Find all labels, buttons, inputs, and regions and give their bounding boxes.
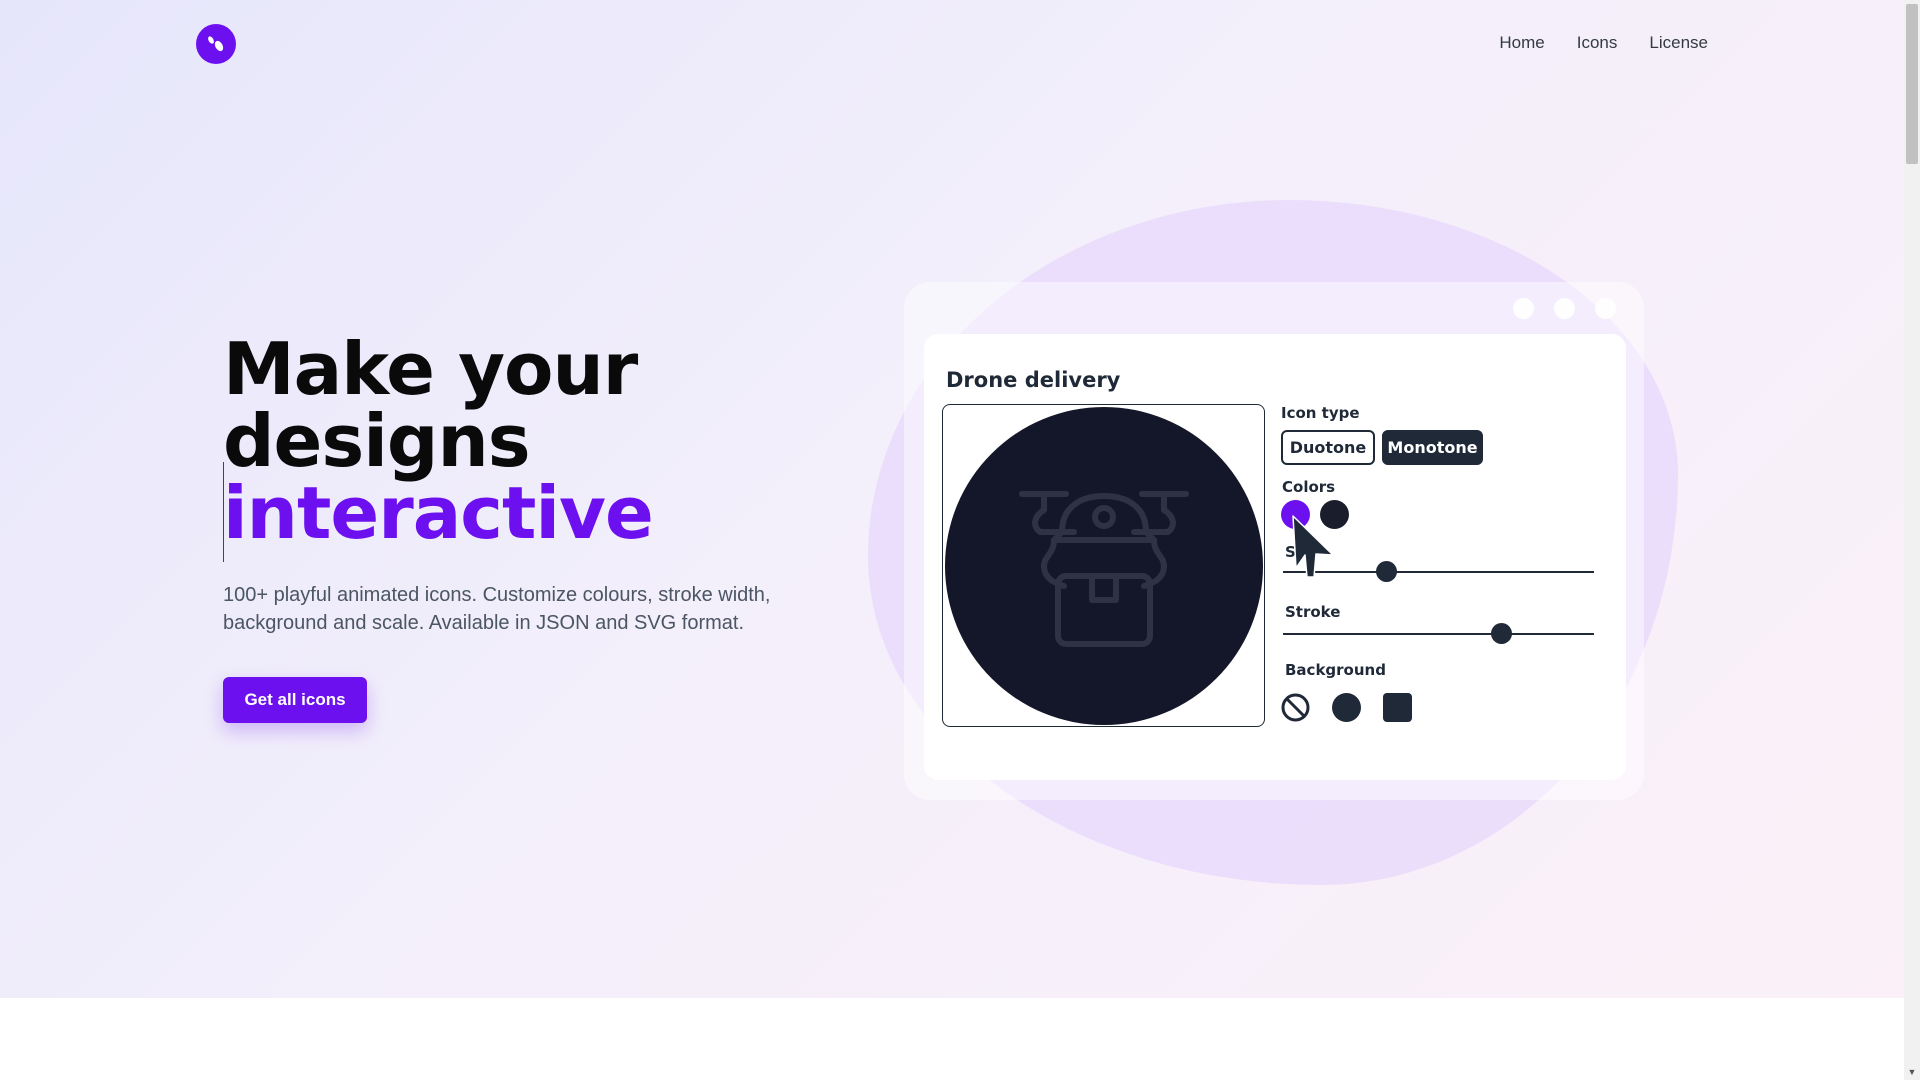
icon-type-label: Icon type: [1281, 404, 1360, 422]
nav-license-link[interactable]: License: [1649, 33, 1708, 53]
icon-preview: [942, 404, 1265, 727]
mouse-pointer-icon: [1292, 515, 1334, 578]
background-label: Background: [1285, 661, 1386, 679]
nav-home-link[interactable]: Home: [1499, 33, 1544, 53]
scroll-down-arrow-icon[interactable]: ▼: [1904, 1064, 1920, 1080]
scrollbar-thumb[interactable]: [1906, 4, 1918, 164]
typing-caret: [223, 462, 224, 562]
hero-headline: Make your designs interactive: [223, 327, 654, 555]
window-dot: [1595, 298, 1616, 319]
window-dots: [1513, 298, 1616, 319]
icon-title: Drone delivery: [946, 368, 1121, 392]
hero-subtitle: 100+ playful animated icons. Customize c…: [223, 584, 771, 634]
background-circle-option[interactable]: [1332, 693, 1361, 722]
window-dot: [1513, 298, 1534, 319]
monotone-button[interactable]: Monotone: [1382, 430, 1483, 465]
hero-section: Home Icons License Make your designs int…: [0, 0, 1904, 998]
page-scrollbar[interactable]: ▼: [1904, 0, 1920, 1080]
window-dot: [1554, 298, 1575, 319]
droplets-logo-icon: [208, 36, 224, 52]
icon-customizer-panel: Drone delivery Icon type Duotone Monoton…: [924, 334, 1626, 780]
background-none-option[interactable]: [1281, 693, 1310, 722]
stroke-slider-thumb[interactable]: [1490, 623, 1512, 644]
colors-label: Colors: [1282, 478, 1336, 496]
site-logo[interactable]: [196, 24, 236, 64]
background-square-option[interactable]: [1383, 693, 1412, 722]
stroke-slider[interactable]: [1283, 623, 1594, 644]
stroke-label: Stroke: [1285, 603, 1341, 621]
duotone-button[interactable]: Duotone: [1281, 430, 1375, 465]
get-all-icons-button[interactable]: Get all icons: [223, 677, 367, 723]
headline-line-1: Make your: [223, 327, 638, 411]
scale-slider-thumb[interactable]: [1375, 561, 1397, 582]
headline-accent: interactive: [223, 471, 654, 555]
preview-background-circle: [944, 406, 1263, 725]
headline-line-2: designs: [223, 399, 531, 483]
ban-icon: [1281, 693, 1310, 722]
nav-icons-link[interactable]: Icons: [1577, 33, 1618, 53]
main-nav: Home Icons License: [1499, 33, 1708, 53]
drone-delivery-icon: [1018, 490, 1189, 647]
